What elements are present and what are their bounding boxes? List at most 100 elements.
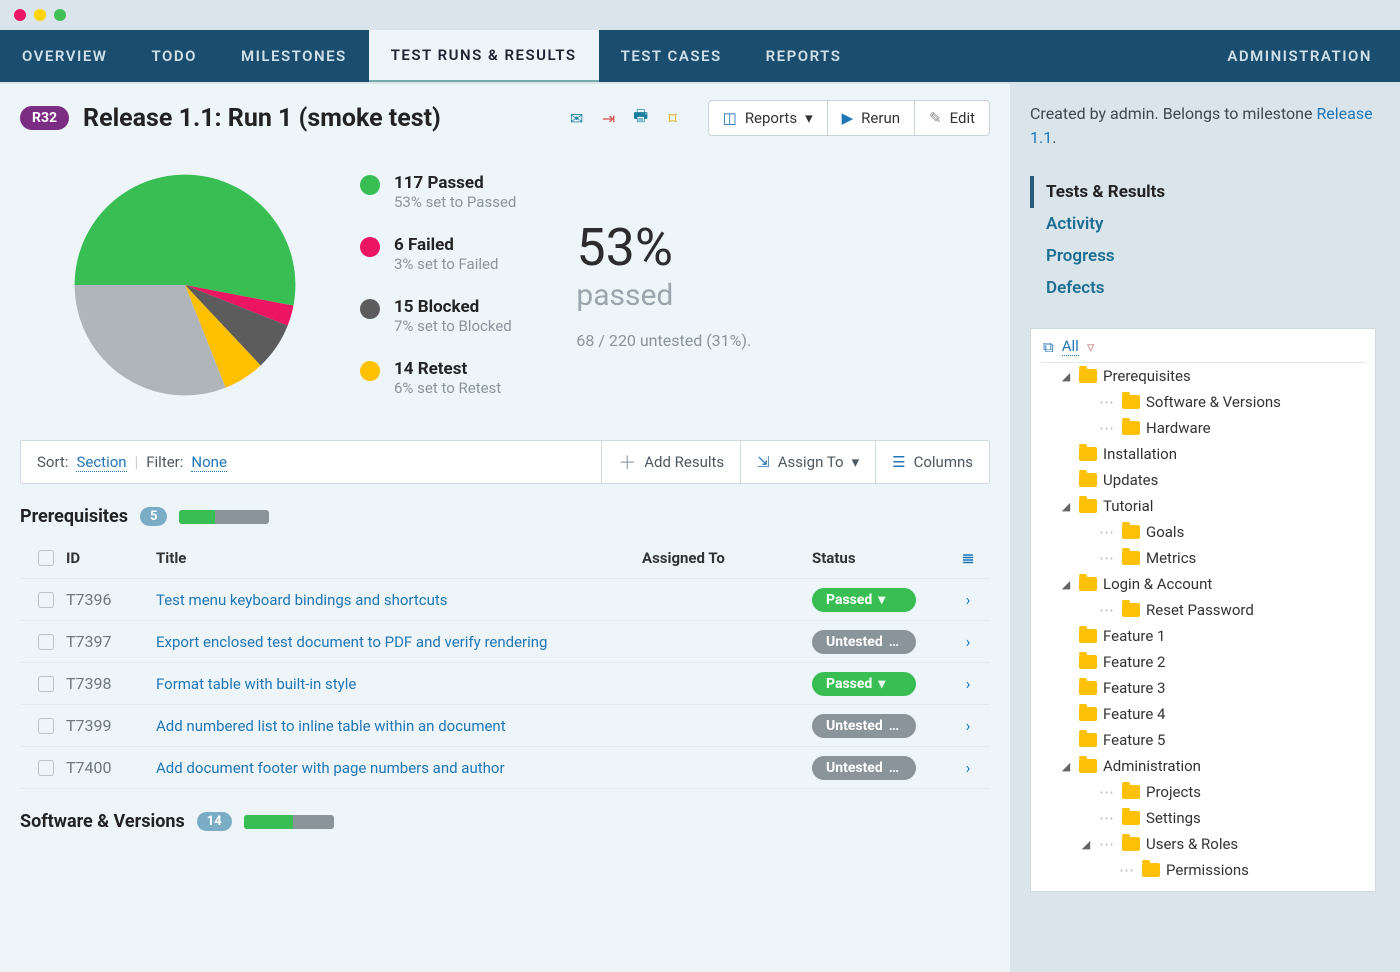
nav-reports[interactable]: REPORTS — [744, 30, 864, 82]
tree-toggle-icon[interactable]: ◢ — [1079, 838, 1093, 851]
export-icon[interactable]: ⇥ — [598, 107, 620, 129]
tree-node[interactable]: ⋯Projects — [1041, 779, 1365, 805]
tree-node[interactable]: ⋯Permissions — [1041, 857, 1365, 883]
filter-value[interactable]: None — [191, 453, 227, 472]
nav-testruns[interactable]: TEST RUNS & RESULTS — [369, 30, 599, 82]
status-pill[interactable]: Untested … — [812, 714, 916, 738]
select-all-checkbox[interactable] — [38, 550, 54, 566]
reports-button[interactable]: ◫Reports▾ — [708, 100, 828, 136]
folder-icon — [1079, 707, 1097, 721]
row-expand[interactable]: › — [952, 590, 984, 609]
row-expand[interactable]: › — [952, 716, 984, 735]
sort-value[interactable]: Section — [76, 453, 126, 472]
row-expand[interactable]: › — [952, 674, 984, 693]
tree-node[interactable]: ⋯Reset Password — [1041, 597, 1365, 623]
tree-node[interactable]: ◢Prerequisites — [1041, 363, 1365, 389]
results-toolbar: Sort: Section | Filter: None ＋Add Result… — [20, 440, 990, 484]
tree-node[interactable]: ◢Login & Account — [1041, 571, 1365, 597]
tree-node[interactable]: Feature 2 — [1041, 649, 1365, 675]
section-progress — [244, 815, 334, 829]
row-expand[interactable]: › — [952, 632, 984, 651]
legend-row: 14 Retest 6% set to Retest — [360, 359, 516, 397]
sidebar-tab-tests[interactable]: Tests & Results — [1030, 176, 1376, 208]
tree-node[interactable]: Feature 5 — [1041, 727, 1365, 753]
legend-sub: 53% set to Passed — [394, 193, 516, 211]
tree-node[interactable]: ⋯Metrics — [1041, 545, 1365, 571]
folder-icon — [1079, 655, 1097, 669]
status-pill[interactable]: Untested … — [812, 630, 916, 654]
tree-node[interactable]: Feature 4 — [1041, 701, 1365, 727]
tree-label: Settings — [1146, 809, 1201, 827]
sidebar-tabs: Tests & Results Activity Progress Defect… — [1030, 176, 1376, 304]
add-results-button[interactable]: ＋Add Results — [601, 441, 740, 483]
tree-label: Feature 3 — [1103, 679, 1165, 697]
mail-check-icon[interactable]: ✉ — [566, 107, 588, 129]
th-title[interactable]: Title — [156, 549, 642, 567]
row-checkbox[interactable] — [38, 634, 54, 650]
nav-testcases[interactable]: TEST CASES — [599, 30, 744, 82]
tree-node[interactable]: ⋯Settings — [1041, 805, 1365, 831]
tree-node[interactable]: ⋯Hardware — [1041, 415, 1365, 441]
tree-node[interactable]: ⋯Goals — [1041, 519, 1365, 545]
status-pill[interactable]: Passed ▾ — [812, 672, 916, 696]
tree-all[interactable]: ⧉ All ▿ — [1041, 337, 1365, 363]
maximize-dot[interactable] — [54, 9, 66, 21]
test-link[interactable]: Export enclosed test document to PDF and… — [156, 633, 547, 651]
tree-node[interactable]: ◢Administration — [1041, 753, 1365, 779]
tree-node[interactable]: Feature 1 — [1041, 623, 1365, 649]
edit-button[interactable]: ✎Edit — [914, 100, 990, 136]
row-checkbox[interactable] — [38, 718, 54, 734]
nav-overview[interactable]: OVERVIEW — [0, 30, 129, 82]
tree-toggle-icon[interactable]: ◢ — [1059, 500, 1073, 513]
tree-toggle-icon[interactable]: ◢ — [1059, 760, 1073, 773]
row-expand[interactable]: › — [952, 758, 984, 777]
sidebar-tab-defects[interactable]: Defects — [1034, 272, 1376, 304]
nav-admin[interactable]: ADMINISTRATION — [1199, 30, 1400, 82]
legend-row: 6 Failed 3% set to Failed — [360, 235, 516, 273]
folder-icon — [1122, 525, 1140, 539]
test-link[interactable]: Format table with built-in style — [156, 675, 356, 693]
status-pill[interactable]: Untested … — [812, 756, 916, 780]
lock-icon[interactable]: ⌑ — [662, 107, 684, 129]
run-badge: R32 — [20, 106, 69, 130]
test-id: T7397 — [66, 632, 156, 651]
columns-button[interactable]: ☰Columns — [875, 441, 989, 483]
row-checkbox[interactable] — [38, 676, 54, 692]
print-icon[interactable]: 🖶 — [630, 107, 652, 129]
columns-icon[interactable]: ≣ — [952, 549, 984, 567]
sort-control[interactable]: Sort: Section | Filter: None — [21, 441, 243, 483]
minimize-dot[interactable] — [34, 9, 46, 21]
nav-milestones[interactable]: MILESTONES — [219, 30, 369, 82]
tree-toggle-icon[interactable]: ◢ — [1059, 370, 1073, 383]
table-row: T7400 Add document footer with page numb… — [20, 747, 990, 789]
tree-toggle-icon[interactable]: ◢ — [1059, 578, 1073, 591]
test-link[interactable]: Add document footer with page numbers an… — [156, 759, 505, 777]
tree-node[interactable]: Feature 3 — [1041, 675, 1365, 701]
th-assigned[interactable]: Assigned To — [642, 549, 812, 567]
folder-icon — [1079, 369, 1097, 383]
assign-to-button[interactable]: ⇲Assign To▾ — [740, 441, 875, 483]
test-link[interactable]: Add numbered list to inline table within… — [156, 717, 506, 735]
tree-node[interactable]: Updates — [1041, 467, 1365, 493]
tree-node[interactable]: ◢⋯Users & Roles — [1041, 831, 1365, 857]
section-header: Prerequisites 5 — [0, 484, 1010, 537]
folder-icon — [1079, 499, 1097, 513]
sidebar-tab-progress[interactable]: Progress — [1034, 240, 1376, 272]
status-pill[interactable]: Passed ▾ — [812, 588, 916, 612]
close-dot[interactable] — [14, 9, 26, 21]
nav-todo[interactable]: TODO — [129, 30, 218, 82]
section-title: Software & Versions — [20, 811, 185, 832]
th-id[interactable]: ID — [66, 549, 156, 567]
folder-icon — [1122, 785, 1140, 799]
tree-node[interactable]: ◢Tutorial — [1041, 493, 1365, 519]
row-checkbox[interactable] — [38, 760, 54, 776]
results-table: ID Title Assigned To Status ≣ T7396 Test… — [20, 537, 990, 789]
row-checkbox[interactable] — [38, 592, 54, 608]
th-status[interactable]: Status — [812, 549, 952, 567]
folder-icon — [1122, 421, 1140, 435]
rerun-button[interactable]: ▶Rerun — [827, 100, 915, 136]
test-link[interactable]: Test menu keyboard bindings and shortcut… — [156, 591, 448, 609]
sidebar-tab-activity[interactable]: Activity — [1034, 208, 1376, 240]
tree-node[interactable]: Installation — [1041, 441, 1365, 467]
tree-node[interactable]: ⋯Software & Versions — [1041, 389, 1365, 415]
